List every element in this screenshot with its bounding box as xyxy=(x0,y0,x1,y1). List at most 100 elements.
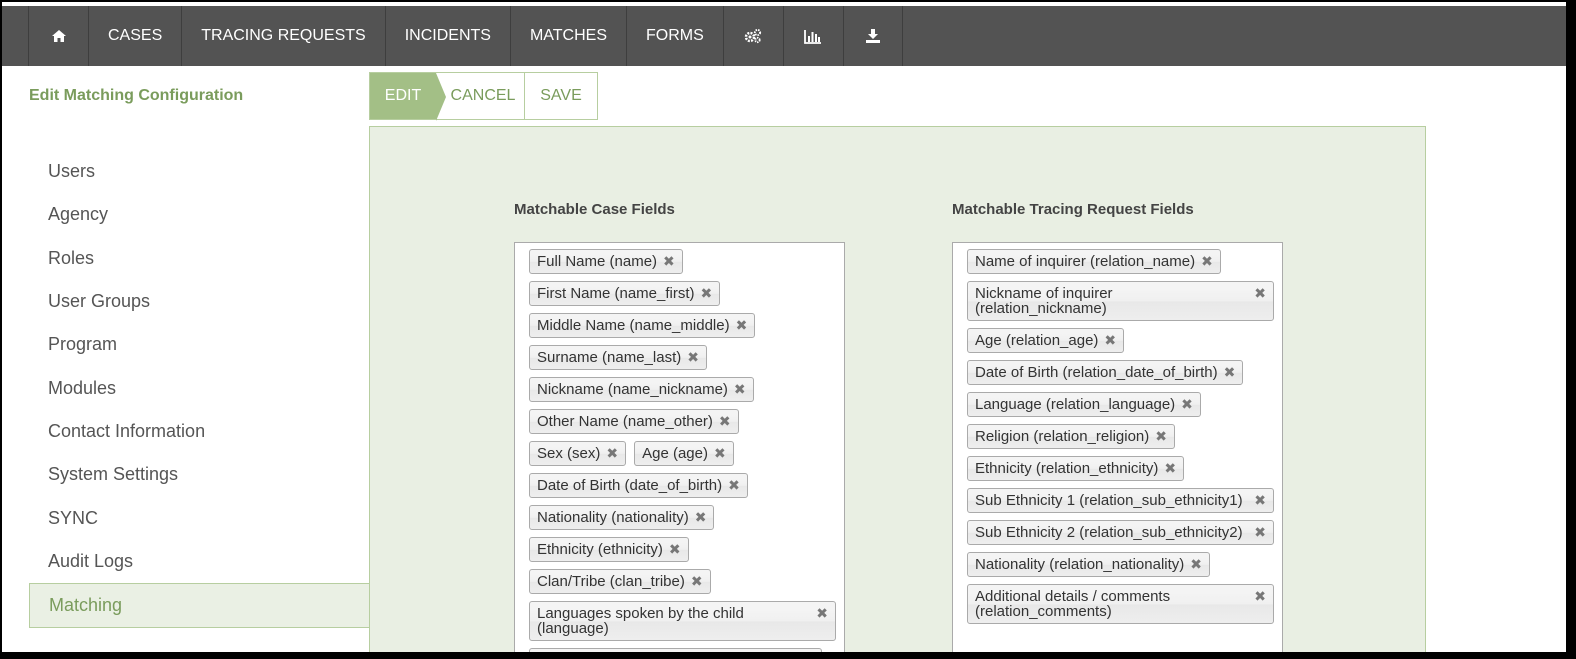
matching-panel: Matchable Case Fields Full Name (name) ✖ F… xyxy=(369,126,1426,652)
remove-tag-icon[interactable]: ✖ xyxy=(687,350,699,365)
field-tag-label: Sub Ethnicity 2 (relation_sub_ethnicity2… xyxy=(975,524,1243,541)
remove-tag-icon[interactable]: ✖ xyxy=(701,286,713,301)
sidebar-item-audit-logs[interactable]: Audit Logs xyxy=(29,540,370,583)
field-tag: Religion (relation_religion) ✖ xyxy=(967,424,1175,449)
nav-settings[interactable] xyxy=(722,6,783,66)
field-tag-label: Nickname (name_nickname) xyxy=(537,381,728,398)
field-tag: Clan/Tribe (clan_tribe) ✖ xyxy=(529,569,711,594)
remove-tag-icon[interactable]: ✖ xyxy=(669,542,681,557)
field-tag: Date of Birth (date_of_birth) ✖ xyxy=(529,473,748,498)
remove-tag-icon[interactable]: ✖ xyxy=(1254,286,1266,301)
cancel-button[interactable]: CANCEL xyxy=(436,73,525,119)
field-tag-label: Surname (name_last) xyxy=(537,349,682,366)
remove-tag-icon[interactable]: ✖ xyxy=(1201,254,1213,269)
sidebar-item-agency[interactable]: Agency xyxy=(29,193,370,236)
tracing-fields-select[interactable]: Name of inquirer (relation_name) ✖ Nicknam… xyxy=(952,242,1283,652)
field-tag: Date of Birth (relation_date_of_birth) ✖ xyxy=(967,360,1244,385)
field-tag-label: Language (relation_language) xyxy=(975,396,1176,413)
field-tag-label: Nickname of inquirer (relation_nickname) xyxy=(975,285,1113,317)
sidebar-item-sync[interactable]: SYNC xyxy=(29,496,370,539)
bar-chart-icon xyxy=(804,29,822,44)
remove-tag-icon[interactable]: ✖ xyxy=(1254,525,1266,540)
page-title: Edit Matching Configuration xyxy=(29,87,244,104)
field-tag-label: Ethnicity (ethnicity) xyxy=(537,541,663,558)
field-tag: Ethnicity (ethnicity) ✖ xyxy=(529,537,689,562)
field-tag: Nickname (name_nickname) ✖ xyxy=(529,377,754,402)
field-tag-label: First Name (name_first) xyxy=(537,285,695,302)
remove-tag-icon[interactable]: ✖ xyxy=(1254,493,1266,508)
gears-icon xyxy=(744,28,762,44)
nav-cases[interactable]: CASES xyxy=(88,6,181,66)
sidebar-item-users[interactable]: Users xyxy=(29,150,370,193)
remove-tag-icon[interactable]: ✖ xyxy=(691,574,703,589)
field-tag-label: Date of Birth (relation_date_of_birth) xyxy=(975,364,1218,381)
field-tag-label: Age (relation_age) xyxy=(975,332,1099,349)
field-tag: Languages spoken by the child (language)… xyxy=(529,601,836,641)
tracing-fields-label: Matchable Tracing Request Fields xyxy=(952,201,1194,218)
case-fields-select[interactable]: Full Name (name) ✖ First Name (name_first)… xyxy=(514,242,845,652)
edit-button[interactable]: EDIT xyxy=(370,73,446,121)
nav-tracing-requests[interactable]: TRACING REQUESTS xyxy=(181,6,384,66)
field-tag-label: Additional details / comments (relation_… xyxy=(975,588,1171,620)
field-tag: Surname (name_last) ✖ xyxy=(529,345,707,370)
field-tag: Name of inquirer (relation_name) ✖ xyxy=(967,249,1221,274)
field-tag: Additional details / comments (relation_… xyxy=(967,584,1274,624)
sidebar-item-program[interactable]: Program xyxy=(29,323,370,366)
remove-tag-icon[interactable]: ✖ xyxy=(728,478,740,493)
nav-incidents[interactable]: INCIDENTS xyxy=(384,6,510,66)
sidebar-item-user-groups[interactable]: User Groups xyxy=(29,280,370,323)
field-tag: Nationality (nationality) ✖ xyxy=(529,505,715,530)
field-tag: Middle Name (name_middle) ✖ xyxy=(529,313,756,338)
remove-tag-icon[interactable]: ✖ xyxy=(734,382,746,397)
nav-export[interactable] xyxy=(842,6,903,66)
field-tag: Nickname of inquirer (relation_nickname)… xyxy=(967,281,1274,321)
remove-tag-icon[interactable]: ✖ xyxy=(1104,333,1116,348)
nav-reports[interactable] xyxy=(782,6,843,66)
sidebar-item-system-settings[interactable]: System Settings xyxy=(29,453,370,496)
sidebar-menu: Users Agency Roles User Groups Program M… xyxy=(29,150,370,628)
field-tag: Full Name (name) ✖ xyxy=(529,249,683,274)
nav-home[interactable] xyxy=(28,6,88,66)
remove-tag-icon[interactable]: ✖ xyxy=(1254,589,1266,604)
remove-tag-icon[interactable]: ✖ xyxy=(816,606,828,621)
field-tag-label: Ethnicity (relation_ethnicity) xyxy=(975,460,1159,477)
download-icon xyxy=(865,28,881,44)
remove-tag-icon[interactable]: ✖ xyxy=(606,446,618,461)
remove-tag-icon[interactable]: ✖ xyxy=(663,254,675,269)
remove-tag-icon[interactable]: ✖ xyxy=(1155,429,1167,444)
field-tag: Language (relation_language) ✖ xyxy=(967,392,1201,417)
sidebar-item-matching[interactable]: Matching xyxy=(29,582,370,628)
field-tag-label: Clan/Tribe (clan_tribe) xyxy=(537,573,685,590)
field-tag-label: Nationality (relation_nationality) xyxy=(975,556,1185,573)
remove-tag-icon[interactable]: ✖ xyxy=(719,414,731,429)
action-bar: EDIT CANCEL SAVE xyxy=(369,72,598,121)
nav-matches[interactable]: MATCHES xyxy=(509,6,626,66)
sidebar-item-contact-information[interactable]: Contact Information xyxy=(29,410,370,453)
field-tag-label: Sub Ethnicity 1 (relation_sub_ethnicity1… xyxy=(975,492,1243,509)
sidebar-item-roles[interactable]: Roles xyxy=(29,237,370,280)
remove-tag-icon[interactable]: ✖ xyxy=(695,510,707,525)
remove-tag-icon[interactable]: ✖ xyxy=(1190,557,1202,572)
field-tag-label: Name of inquirer (relation_name) xyxy=(975,253,1196,270)
field-tag: Sub Ethnicity 1 (relation_sub_ethnicity1… xyxy=(967,488,1274,513)
field-tag: Sub Ethnicity 2 (relation_sub_ethnicity2… xyxy=(967,520,1274,545)
remove-tag-icon[interactable]: ✖ xyxy=(1181,397,1193,412)
home-icon xyxy=(51,29,67,43)
field-tag-label: Languages spoken by the child (language) xyxy=(537,605,744,637)
save-button[interactable]: SAVE xyxy=(525,73,597,119)
nav-forms[interactable]: FORMS xyxy=(626,6,723,66)
sidebar-item-modules[interactable]: Modules xyxy=(29,366,370,409)
remove-tag-icon[interactable]: ✖ xyxy=(714,446,726,461)
remove-tag-icon[interactable]: ✖ xyxy=(736,318,748,333)
case-fields-label: Matchable Case Fields xyxy=(514,201,675,218)
field-tag-label: Other Name (name_other) xyxy=(537,413,713,430)
field-tag: Other Name (name_other) ✖ xyxy=(529,409,739,434)
app-frame: CASES TRACING REQUESTS INCIDENTS MATCHES… xyxy=(2,2,1566,652)
field-tag-label: Nationality (nationality) xyxy=(537,509,689,526)
remove-tag-icon[interactable]: ✖ xyxy=(1224,365,1236,380)
field-tag: Sex (sex) ✖ xyxy=(529,441,627,466)
field-tag-label: Date of Birth (date_of_birth) xyxy=(537,477,723,494)
field-tag-label: Sex (sex) xyxy=(537,445,601,462)
remove-tag-icon[interactable]: ✖ xyxy=(1164,461,1176,476)
field-tag-label: Middle Name (name_middle) xyxy=(537,317,730,334)
